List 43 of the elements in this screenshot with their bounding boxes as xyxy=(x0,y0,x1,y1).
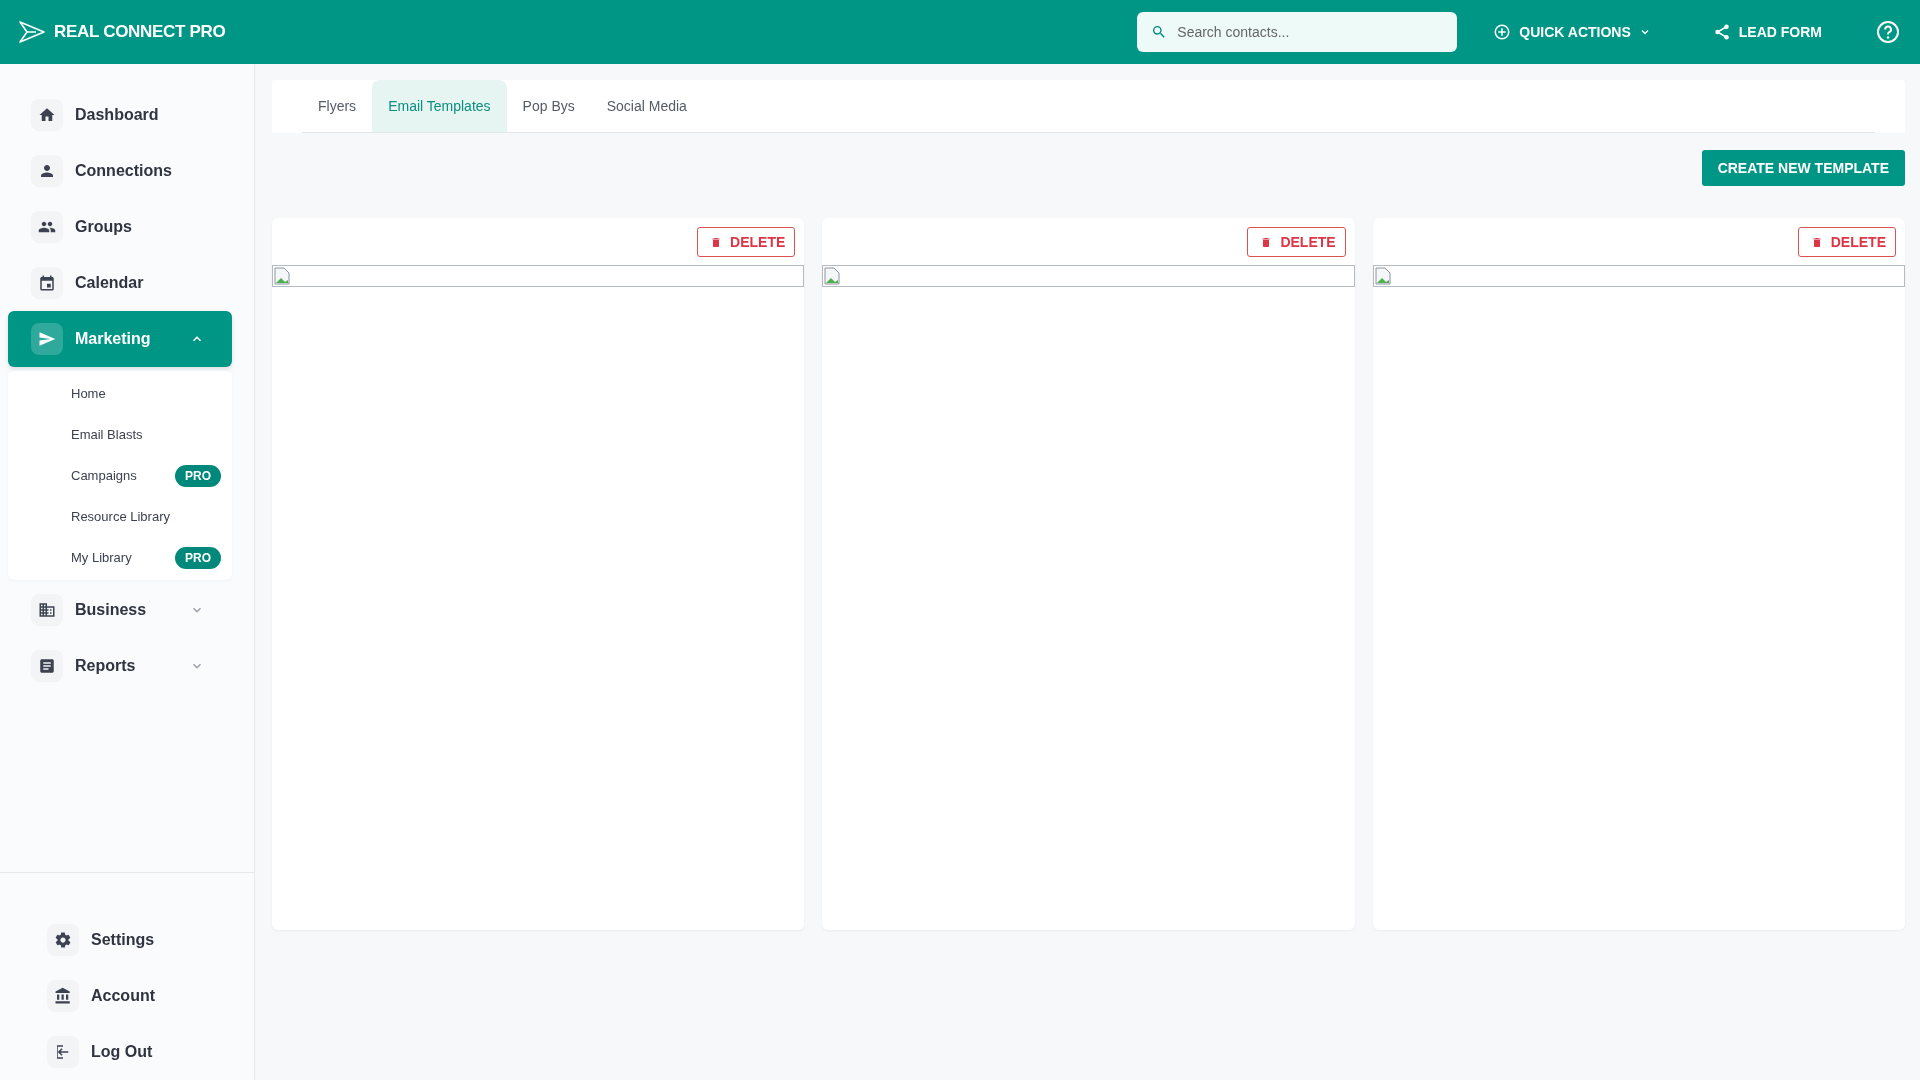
submenu-item[interactable]: Home xyxy=(71,386,106,401)
submenu-item[interactable]: Resource Library xyxy=(71,509,170,524)
nav-item[interactable]: Groups xyxy=(8,199,232,255)
brand-name: REAL CONNECT PRO xyxy=(54,22,226,42)
calendar-icon xyxy=(38,274,56,292)
tab[interactable]: Social Media xyxy=(590,80,703,132)
pro-badge: PRO xyxy=(175,546,221,569)
bank-icon xyxy=(54,987,72,1005)
submenu-item[interactable]: Email Blasts xyxy=(71,427,143,442)
trash-icon xyxy=(1260,235,1273,249)
nav-item[interactable]: Account xyxy=(24,968,254,1024)
nav-item[interactable]: Business xyxy=(8,582,232,638)
nav-item[interactable]: Dashboard xyxy=(8,87,232,143)
nav-item[interactable]: Calendar xyxy=(8,255,232,311)
building-icon xyxy=(38,601,56,619)
lead-form-button[interactable]: LEAD FORM xyxy=(1706,22,1828,42)
plus-circle-icon xyxy=(1493,23,1512,41)
person-icon xyxy=(38,162,56,180)
tab[interactable]: Flyers xyxy=(302,80,373,132)
pro-badge: PRO xyxy=(175,464,221,487)
logo-icon xyxy=(18,20,46,44)
share-icon xyxy=(1712,23,1731,41)
nav-item[interactable]: Settings xyxy=(24,912,254,968)
create-template-button[interactable]: CREATE NEW TEMPLATE xyxy=(1701,150,1905,186)
trash-icon xyxy=(710,235,723,249)
help-icon[interactable] xyxy=(1876,20,1900,44)
nav-item[interactable]: Reports xyxy=(8,638,232,694)
nav-item[interactable]: Marketing xyxy=(8,311,232,367)
gear-icon xyxy=(54,931,72,949)
quick-actions-button[interactable]: QUICK ACTIONS xyxy=(1487,22,1657,42)
delete-button[interactable]: DELETE xyxy=(1797,227,1896,257)
submenu-item[interactable]: My Library xyxy=(71,550,132,565)
delete-button[interactable]: DELETE xyxy=(697,227,796,257)
submenu-item[interactable]: Campaigns xyxy=(71,468,137,483)
tab[interactable]: Email Templates xyxy=(372,80,507,132)
nav-item[interactable]: Connections xyxy=(8,143,232,199)
home-icon xyxy=(38,106,56,124)
search-field[interactable]: Search contacts... xyxy=(1137,12,1458,52)
tab[interactable]: Pop Bys xyxy=(506,80,591,132)
send-icon xyxy=(38,330,56,348)
document-icon xyxy=(38,657,56,675)
nav-item[interactable]: Log Out xyxy=(24,1024,254,1080)
delete-button[interactable]: DELETE xyxy=(1247,227,1346,257)
